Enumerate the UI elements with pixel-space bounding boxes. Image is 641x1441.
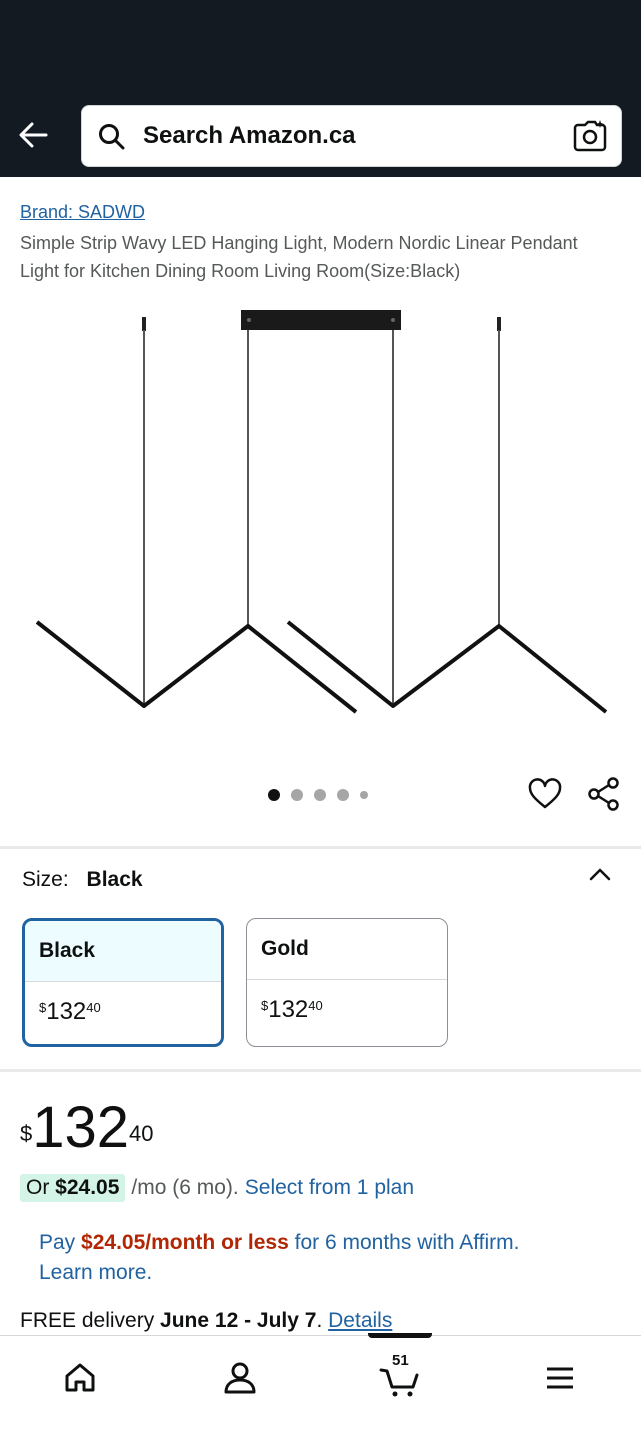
affirm-learn-more-link[interactable]: Learn more. bbox=[39, 1261, 152, 1284]
size-option-gold[interactable]: Gold $13240 bbox=[246, 918, 448, 1047]
back-arrow-icon[interactable] bbox=[16, 118, 50, 152]
divider bbox=[0, 846, 641, 849]
carousel-dots[interactable] bbox=[268, 789, 368, 801]
menu-icon[interactable] bbox=[538, 1356, 582, 1400]
home-icon[interactable] bbox=[58, 1356, 102, 1400]
product-title: Simple Strip Wavy LED Hanging Light, Mod… bbox=[20, 233, 578, 281]
carousel-dot[interactable] bbox=[268, 789, 280, 801]
bottom-navigation bbox=[0, 1335, 641, 1441]
size-option-price: $13240 bbox=[261, 996, 323, 1023]
size-option-name: Black bbox=[25, 921, 221, 982]
product-price: $13240 bbox=[20, 1095, 154, 1160]
brand-link[interactable]: Brand: SADWD bbox=[20, 202, 145, 223]
size-selector-header[interactable]: Size: Black bbox=[22, 868, 143, 892]
cart-count-badge: 51 bbox=[392, 1352, 409, 1369]
search-bar[interactable]: Search Amazon.ca bbox=[81, 105, 622, 167]
account-icon[interactable] bbox=[218, 1356, 262, 1400]
size-option-black[interactable]: Black $13240 bbox=[22, 918, 224, 1047]
size-selected-value: Black bbox=[86, 868, 143, 891]
heart-icon[interactable] bbox=[528, 778, 562, 810]
installment-terms: /mo (6 mo). bbox=[131, 1176, 239, 1199]
divider bbox=[0, 1069, 641, 1072]
carousel-dot[interactable] bbox=[360, 791, 368, 799]
cart-active-indicator bbox=[368, 1333, 432, 1338]
installment-plan: Or $24.05 /mo (6 mo). Select from 1 plan bbox=[20, 1174, 414, 1202]
chevron-up-icon[interactable] bbox=[587, 865, 613, 885]
installment-highlight: Or $24.05 bbox=[20, 1174, 126, 1202]
search-icon bbox=[99, 124, 125, 150]
carousel-dot[interactable] bbox=[314, 789, 326, 801]
carousel-dot[interactable] bbox=[291, 789, 303, 801]
search-input[interactable]: Search Amazon.ca bbox=[143, 122, 356, 150]
carousel-dot[interactable] bbox=[337, 789, 349, 801]
share-icon[interactable] bbox=[586, 776, 622, 812]
affirm-offer[interactable]: Pay $24.05/month or less for 6 months wi… bbox=[39, 1228, 609, 1288]
select-plan-link[interactable]: Select from 1 plan bbox=[245, 1176, 414, 1200]
size-option-name: Gold bbox=[247, 919, 447, 980]
delivery-details-link[interactable]: Details bbox=[328, 1309, 392, 1332]
size-label: Size: bbox=[22, 868, 69, 891]
product-image[interactable] bbox=[0, 300, 641, 760]
camera-search-icon[interactable] bbox=[573, 119, 607, 153]
delivery-info: FREE delivery June 12 - July 7. Details bbox=[20, 1309, 393, 1332]
size-option-price: $13240 bbox=[39, 998, 101, 1025]
